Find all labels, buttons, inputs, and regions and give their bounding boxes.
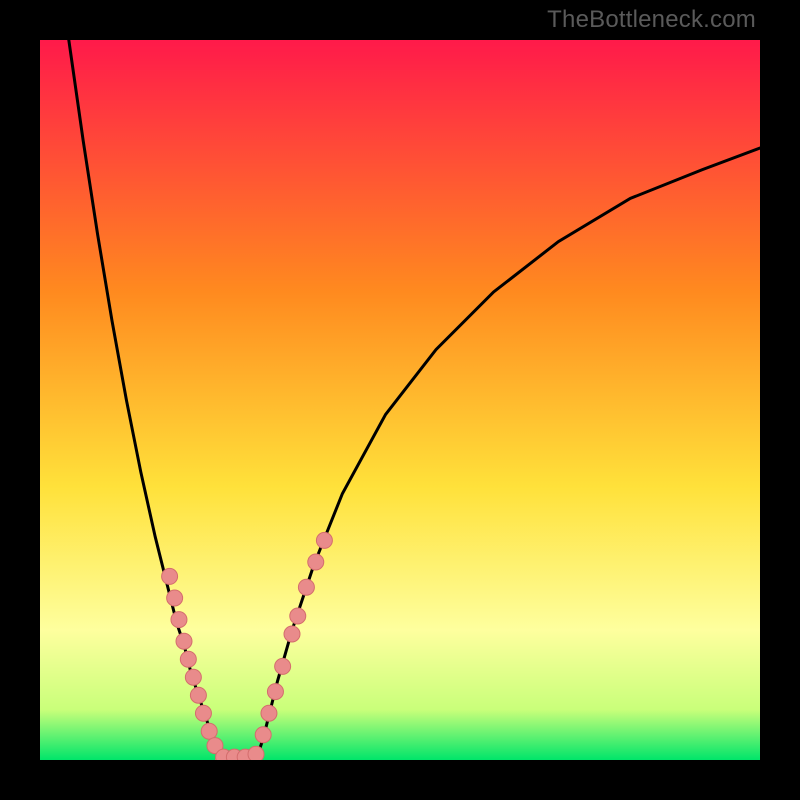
watermark-text: TheBottleneck.com [547, 6, 756, 34]
background-gradient [40, 40, 760, 760]
plot-area [40, 40, 760, 760]
chart-frame: TheBottleneck.com [0, 0, 800, 800]
gradient-rect [40, 40, 760, 760]
